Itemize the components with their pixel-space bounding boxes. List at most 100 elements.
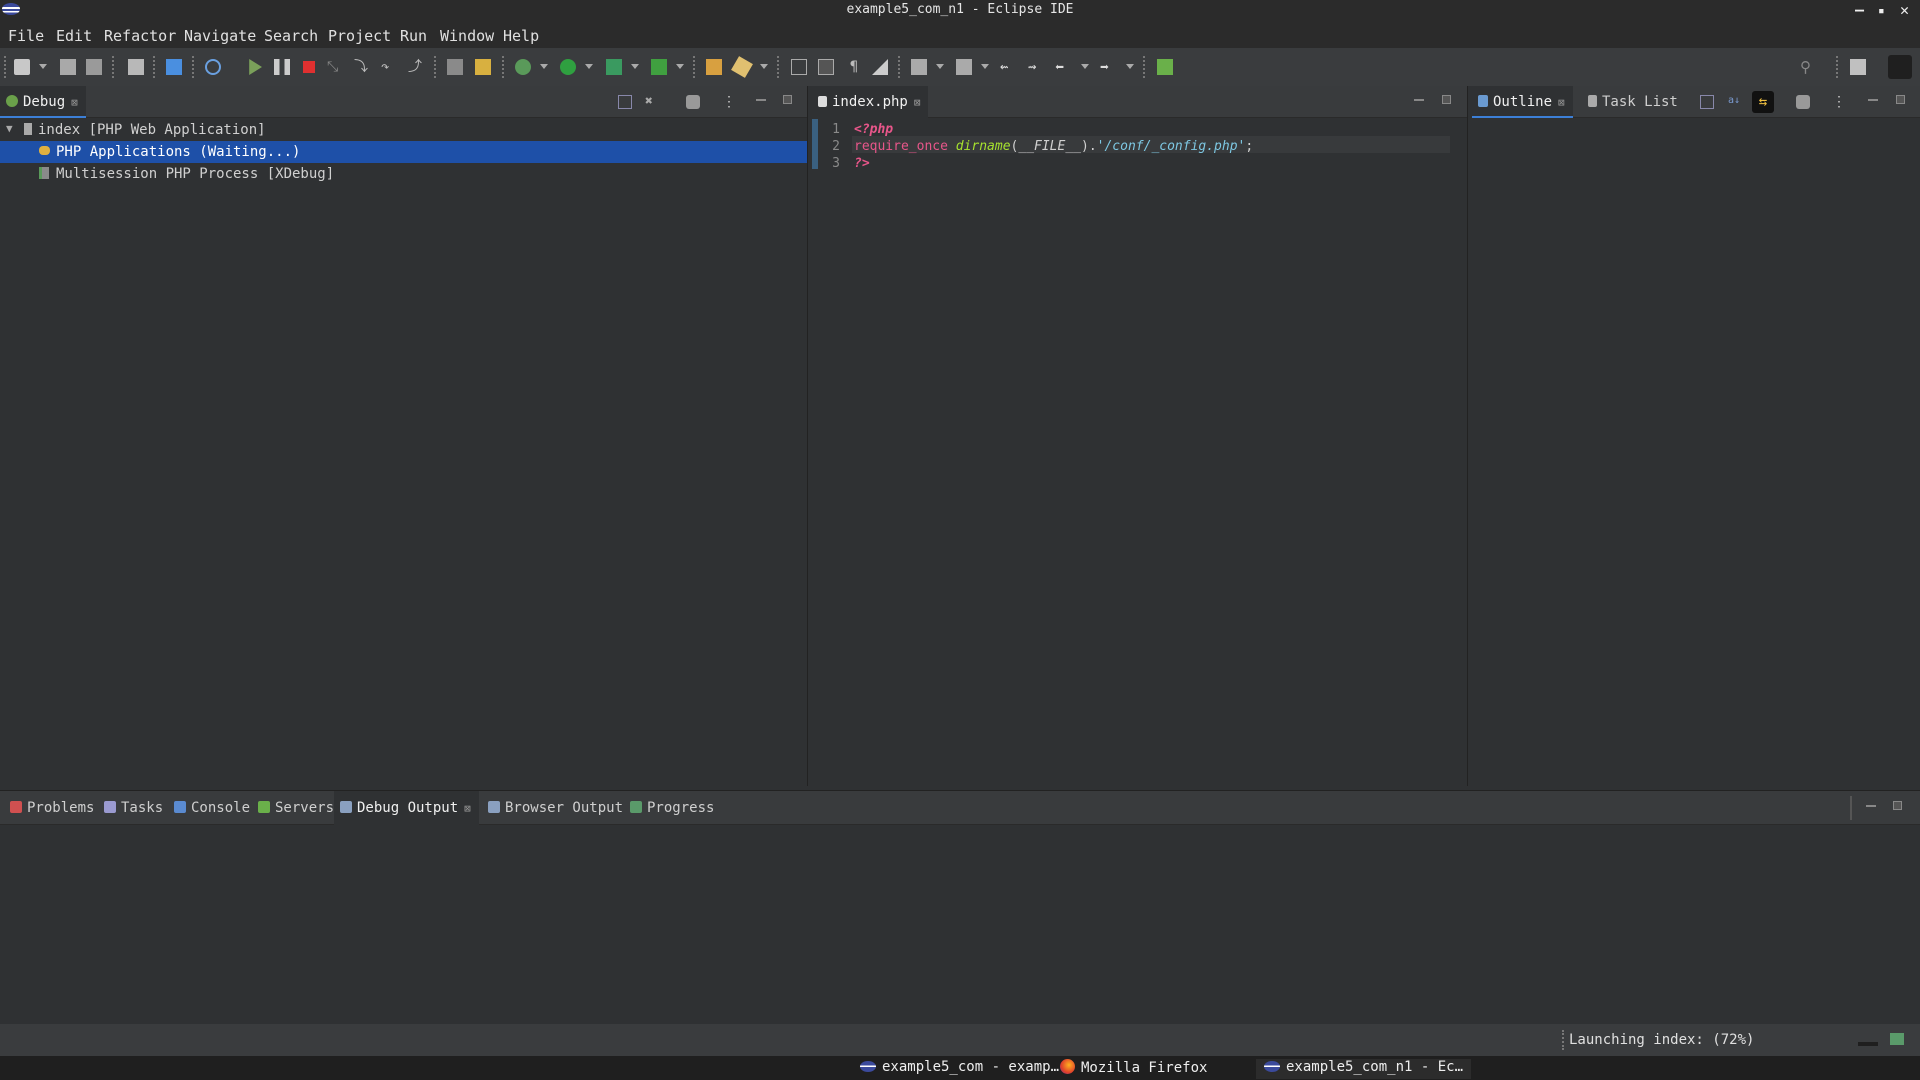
- brush-icon[interactable]: [731, 56, 753, 78]
- maximize-panel-icon[interactable]: [1893, 801, 1902, 810]
- back-dropdown-icon[interactable]: [1081, 64, 1089, 69]
- terminal-icon[interactable]: [166, 59, 182, 75]
- restore-button[interactable]: ▪: [1878, 4, 1885, 17]
- link-with-editor-icon[interactable]: ⇆: [1752, 91, 1774, 113]
- debug-icon[interactable]: [515, 59, 531, 75]
- view-menu-icon[interactable]: ⋮: [1832, 95, 1846, 109]
- tab-outline[interactable]: Outline ⊠: [1472, 86, 1573, 118]
- tree-item-php-applications[interactable]: PHP Applications (Waiting...): [0, 141, 807, 163]
- remove-terminated-icon[interactable]: ✖: [645, 95, 659, 109]
- use-step-filters-icon[interactable]: [475, 59, 491, 75]
- run-dropdown-icon[interactable]: [585, 64, 593, 69]
- tab-console[interactable]: Console: [168, 791, 258, 825]
- sort-icon[interactable]: a↓: [1728, 95, 1742, 109]
- tab-index-php[interactable]: index.php ⊠: [812, 86, 929, 118]
- tab-browser-output[interactable]: Browser Output: [482, 791, 631, 825]
- open-folder-icon[interactable]: [706, 59, 722, 75]
- tab-tasks[interactable]: Tasks: [98, 791, 171, 825]
- back-icon[interactable]: ⬅: [1055, 59, 1071, 75]
- forward-dropdown-icon[interactable]: [1126, 64, 1134, 69]
- close-tab-icon[interactable]: ⊠: [464, 802, 471, 815]
- block-selection-icon[interactable]: [818, 59, 834, 75]
- tab-task-list[interactable]: Task List: [1582, 86, 1686, 118]
- code-line[interactable]: 1 <?php: [812, 122, 1452, 139]
- step-over-icon[interactable]: ↷: [381, 59, 397, 75]
- menu-help[interactable]: Help: [503, 27, 539, 45]
- drop-to-frame-icon[interactable]: [447, 59, 463, 75]
- step-into-icon[interactable]: ⤵: [354, 59, 370, 75]
- menu-refactor[interactable]: Refactor: [104, 27, 176, 45]
- menu-window[interactable]: Window: [440, 27, 494, 45]
- search-icon[interactable]: ⚲: [1800, 59, 1816, 75]
- run-icon[interactable]: [560, 59, 576, 75]
- suspend-icon[interactable]: [274, 59, 290, 75]
- show-whitespace-icon[interactable]: ¶: [846, 59, 862, 75]
- close-tab-icon[interactable]: ⊠: [914, 96, 921, 109]
- taskbar-item-eclipse-1[interactable]: example5_com - examp…: [860, 1059, 1059, 1075]
- menu-search[interactable]: Search: [264, 27, 318, 45]
- word-wrap-icon[interactable]: [872, 59, 888, 75]
- code-line[interactable]: 2 require_once dirname(__FILE__).'/conf/_…: [812, 139, 1452, 156]
- new-dropdown-icon[interactable]: [39, 64, 47, 69]
- next-annotation-dropdown-icon[interactable]: [936, 64, 944, 69]
- coverage-dropdown-icon[interactable]: [631, 64, 639, 69]
- progress-status-text[interactable]: Launching index: (72%): [1569, 1032, 1754, 1048]
- minimize-editor-icon[interactable]: [1414, 99, 1424, 101]
- minimize-button[interactable]: ‒: [1855, 1, 1864, 19]
- maximize-view-icon[interactable]: [783, 95, 792, 104]
- view-settings-icon[interactable]: [1796, 95, 1810, 109]
- close-tab-icon[interactable]: ⊠: [71, 96, 78, 109]
- menu-project[interactable]: Project: [328, 27, 391, 45]
- save-icon[interactable]: [60, 59, 76, 75]
- code-editor[interactable]: 1 <?php 2 require_once dirname(__FILE__).'/…: [812, 119, 1467, 786]
- tab-progress[interactable]: Progress: [624, 791, 722, 825]
- previous-annotation-icon[interactable]: [956, 59, 972, 75]
- menu-navigate[interactable]: Navigate: [184, 27, 256, 45]
- coverage-icon[interactable]: [606, 59, 622, 75]
- taskbar-item-eclipse-2[interactable]: example5_com_n1 - Ec…: [1256, 1059, 1472, 1079]
- maximize-view-icon[interactable]: [1896, 95, 1905, 104]
- previous-annotation-dropdown-icon[interactable]: [981, 64, 989, 69]
- last-edit-location-icon[interactable]: ⇜: [1000, 59, 1016, 75]
- next-annotation-icon[interactable]: [911, 59, 927, 75]
- maximize-editor-icon[interactable]: [1442, 95, 1451, 104]
- tree-item-process[interactable]: Multisession PHP Process [XDebug]: [0, 163, 807, 185]
- view-menu-icon[interactable]: ⋮: [722, 95, 736, 109]
- expand-toggle-icon[interactable]: ▼: [6, 122, 13, 135]
- debug-perspective-icon[interactable]: [1888, 55, 1912, 79]
- code-line[interactable]: 3 ?>: [812, 156, 1452, 173]
- menu-edit[interactable]: Edit: [56, 27, 92, 45]
- step-return-icon[interactable]: ⤴: [408, 59, 424, 75]
- print-icon[interactable]: [128, 59, 144, 75]
- new-icon[interactable]: [14, 59, 30, 75]
- tab-problems[interactable]: Problems: [4, 791, 102, 825]
- save-all-icon[interactable]: [86, 59, 102, 75]
- external-tools-dropdown-icon[interactable]: [676, 64, 684, 69]
- debug-dropdown-icon[interactable]: [540, 64, 548, 69]
- tab-debug[interactable]: Debug ⊠: [0, 86, 86, 118]
- open-perspective-icon[interactable]: [1157, 59, 1173, 75]
- external-tools-icon[interactable]: [651, 59, 667, 75]
- progress-view-icon[interactable]: [1890, 1033, 1904, 1045]
- php-perspective-icon[interactable]: [1850, 59, 1866, 75]
- minimize-view-icon[interactable]: [756, 99, 766, 101]
- resume-icon[interactable]: [249, 59, 262, 75]
- next-edit-location-icon[interactable]: ⇝: [1028, 59, 1044, 75]
- terminate-icon[interactable]: [303, 61, 315, 73]
- forward-icon[interactable]: ➡: [1100, 59, 1116, 75]
- disconnect-icon[interactable]: ⤡: [327, 59, 343, 75]
- view-settings-icon[interactable]: [686, 95, 700, 109]
- tab-servers[interactable]: Servers: [252, 791, 342, 825]
- menu-file[interactable]: File: [8, 27, 44, 45]
- close-tab-icon[interactable]: ⊠: [1558, 96, 1565, 109]
- tab-debug-output[interactable]: Debug Output ⊠: [334, 791, 479, 825]
- skip-breakpoints-icon[interactable]: [205, 59, 221, 75]
- taskbar-item-firefox[interactable]: Mozilla Firefox: [1060, 1059, 1207, 1076]
- toggle-mark-occurrences-icon[interactable]: [791, 59, 807, 75]
- tree-item-launch[interactable]: ▼ index [PHP Web Application]: [0, 119, 807, 141]
- collapse-all-icon[interactable]: [1700, 95, 1714, 109]
- minimize-view-icon[interactable]: [1868, 99, 1878, 101]
- close-button[interactable]: ✕: [1900, 1, 1909, 19]
- brush-dropdown-icon[interactable]: [760, 64, 768, 69]
- collapse-all-icon[interactable]: [618, 95, 632, 109]
